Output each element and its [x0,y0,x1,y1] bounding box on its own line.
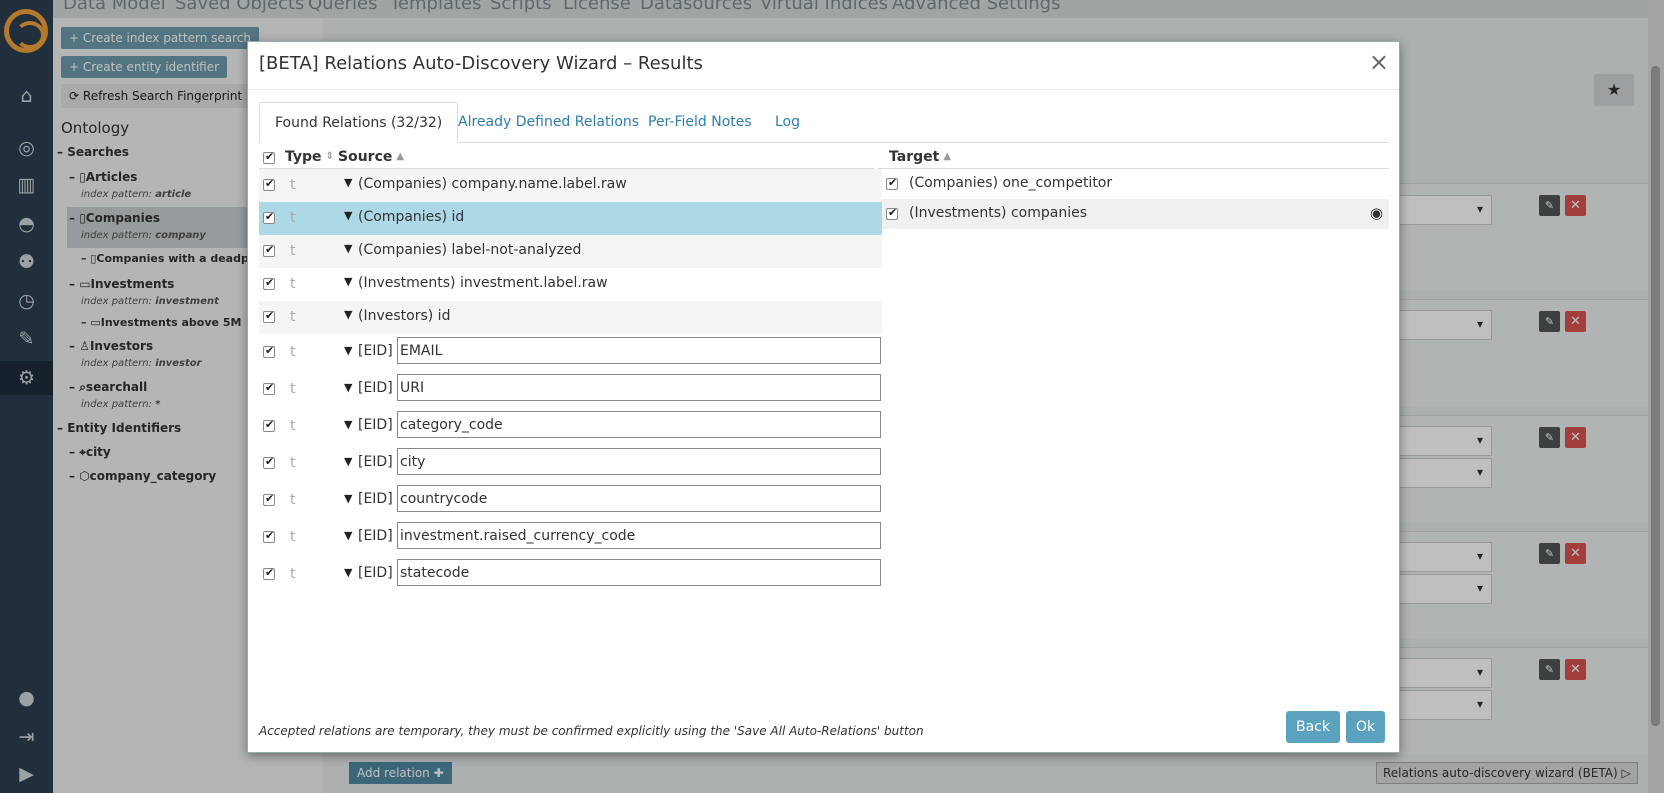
eid-input[interactable] [397,374,881,401]
row-checkbox[interactable] [263,243,275,257]
modal-title: [BETA] Relations Auto-Discovery Wizard –… [259,53,703,74]
back-button[interactable]: Back [1286,711,1340,743]
row-type: t [290,529,296,545]
caret-down-icon[interactable]: ▼ [344,492,352,505]
eid-row[interactable]: t ▼ [EID] [259,371,882,408]
row-checkbox[interactable] [263,210,275,224]
caret-down-icon[interactable]: ▼ [344,242,352,255]
caret-down-icon[interactable]: ▼ [344,381,352,394]
eid-prefix: [EID] [358,491,393,507]
row-type: t [290,177,296,193]
row-checkbox[interactable] [263,492,275,506]
caret-down-icon[interactable]: ▼ [344,566,352,579]
eid-prefix: [EID] [358,380,393,396]
eid-input[interactable] [397,448,881,475]
eid-row[interactable]: t ▼ [EID] [259,408,882,445]
caret-down-icon[interactable]: ▼ [344,455,352,468]
row-checkbox[interactable] [263,418,275,432]
caret-down-icon[interactable]: ▼ [344,344,352,357]
row-checkbox[interactable] [263,381,275,395]
type-column-header[interactable]: Type ⇕ [285,145,334,169]
source-row[interactable]: t ▼ (Investors) id [259,301,882,334]
target-field: (Investments) companies [909,205,1088,221]
eid-input[interactable] [397,522,881,549]
row-type: t [290,344,296,360]
eid-row[interactable]: t ▼ [EID] [259,482,882,519]
caret-down-icon[interactable]: ▼ [344,308,352,321]
row-type: t [290,243,296,259]
eid-row[interactable]: t ▼ [EID] [259,519,882,556]
source-field: (Companies) company.name.label.raw [358,176,627,192]
footer-note: Accepted relations are temporary, they m… [259,724,924,738]
row-type: t [290,418,296,434]
sort-asc-icon: ▲ [396,151,405,162]
source-field: (Investments) investment.label.raw [358,275,608,291]
source-header-label: Source [338,149,393,165]
sort-icon: ⇕ [325,151,334,162]
row-checkbox[interactable] [263,276,275,290]
caret-down-icon[interactable]: ▼ [344,529,352,542]
target-row[interactable]: (Companies) one_competitor [882,169,1389,199]
eid-prefix: [EID] [358,528,393,544]
target-header-label: Target [889,149,940,165]
target-field: (Companies) one_competitor [909,175,1113,191]
target-row[interactable]: (Investments) companies ◉ [882,199,1389,229]
source-field: (Companies) label-not-analyzed [358,242,582,258]
caret-down-icon[interactable]: ▼ [344,209,352,222]
modal-header: [BETA] Relations Auto-Discovery Wizard –… [248,42,1399,90]
eid-prefix: [EID] [358,454,393,470]
eid-row[interactable]: t ▼ [EID] [259,334,882,371]
source-row[interactable]: t ▼ (Companies) label-not-analyzed [259,235,882,268]
close-icon[interactable]: × [1369,50,1389,74]
row-type: t [290,276,296,292]
row-checkbox[interactable] [263,309,275,323]
row-type: t [290,455,296,471]
wizard-results-modal: [BETA] Relations Auto-Discovery Wizard –… [247,41,1400,753]
source-row[interactable]: t ▼ (Companies) company.name.label.raw [259,169,882,202]
row-checkbox[interactable] [263,566,275,580]
source-field: (Companies) id [358,209,465,225]
eid-input[interactable] [397,337,881,364]
row-checkbox[interactable] [263,529,275,543]
eid-prefix: [EID] [358,565,393,581]
eid-input[interactable] [397,485,881,512]
eid-row[interactable]: t ▼ [EID] [259,556,882,593]
caret-down-icon[interactable]: ▼ [344,176,352,189]
caret-down-icon[interactable]: ▼ [344,275,352,288]
tab-found-relations[interactable]: Found Relations (32/32) [259,102,459,143]
row-checkbox[interactable] [263,455,275,469]
eid-input[interactable] [397,411,881,438]
eid-row[interactable]: t ▼ [EID] [259,445,882,482]
row-checkbox[interactable] [886,176,898,190]
row-checkbox[interactable] [263,177,275,191]
sort-asc-icon: ▲ [943,151,952,162]
ok-button[interactable]: Ok [1346,711,1386,743]
source-field: (Investors) id [358,308,451,324]
select-all-checkbox[interactable] [263,150,275,164]
row-type: t [290,566,296,582]
target-column-header[interactable]: Target ▲ [889,145,951,169]
eid-prefix: [EID] [358,417,393,433]
eye-icon[interactable]: ◉ [1370,204,1383,222]
tab-per-field-notes[interactable]: Per-Field Notes [633,102,767,143]
caret-down-icon[interactable]: ▼ [344,418,352,431]
source-column-header[interactable]: Source ▲ [338,145,404,169]
row-type: t [290,210,296,226]
row-type: t [290,492,296,508]
tab-already-defined-relations[interactable]: Already Defined Relations [443,102,654,143]
row-checkbox[interactable] [886,206,898,220]
source-row[interactable]: t ▼ (Companies) id [259,202,882,235]
eid-input[interactable] [397,559,881,586]
row-type: t [290,381,296,397]
source-row[interactable]: t ▼ (Investments) investment.label.raw [259,268,882,301]
eid-prefix: [EID] [358,343,393,359]
row-checkbox[interactable] [263,344,275,358]
modal-tabs: Found Relations (32/32) Already Defined … [259,102,1389,143]
type-header-label: Type [285,149,322,165]
row-type: t [290,309,296,325]
tab-log[interactable]: Log [760,102,815,143]
